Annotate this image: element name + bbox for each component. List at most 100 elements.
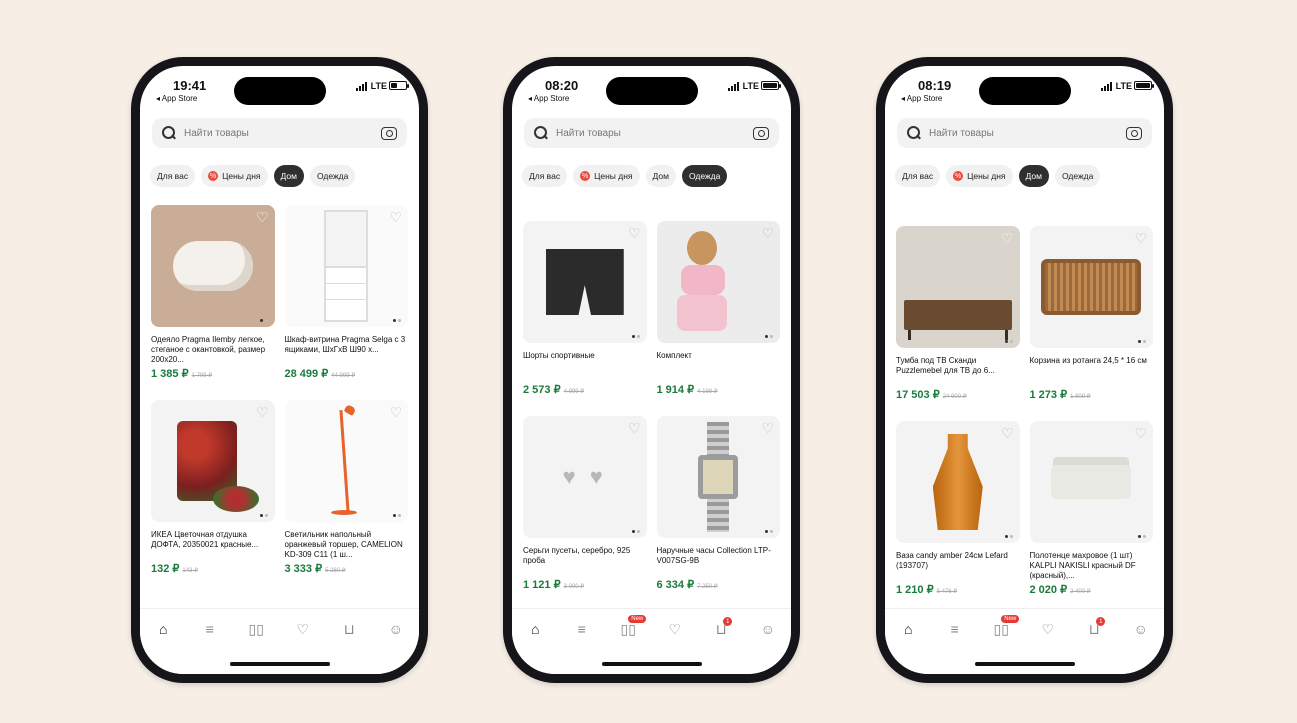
- product-card[interactable]: ♡ Комплект 1 914 ₽4 199 ₽: [656, 221, 780, 416]
- home-icon[interactable]: ⌂: [521, 621, 549, 641]
- percent-icon: %: [953, 171, 964, 181]
- chip-for-you[interactable]: Для вас: [895, 165, 941, 187]
- product-price: 17 503 ₽: [896, 389, 940, 401]
- favorite-heart-icon[interactable]: ♡: [1134, 426, 1147, 440]
- product-card[interactable]: ♡ Шкаф-витрина Pragma Selga с 3 ящиками,…: [284, 205, 408, 400]
- chip-home[interactable]: Дом: [273, 165, 304, 187]
- cart-icon[interactable]: ⊔ 1: [707, 617, 735, 641]
- brands-icon[interactable]: ▯▯: [242, 621, 270, 641]
- camera-search-icon[interactable]: [381, 126, 397, 140]
- product-old-price: 1 809 ₽: [1070, 394, 1091, 400]
- favorites-heart-icon[interactable]: ♡: [1034, 621, 1062, 641]
- product-image: ♡: [1029, 226, 1153, 348]
- favorite-heart-icon[interactable]: ♡: [1001, 231, 1014, 245]
- product-image: ♡: [656, 416, 780, 538]
- back-to-app-store-link[interactable]: ◂ App Store: [901, 94, 942, 103]
- favorite-heart-icon[interactable]: ♡: [628, 421, 641, 435]
- favorite-heart-icon[interactable]: ♡: [389, 210, 402, 224]
- signal-icon: [356, 82, 367, 91]
- product-card[interactable]: ♡ Полотенце махровое (1 шт) KALPLI NAKIS…: [1029, 421, 1153, 616]
- favorite-heart-icon[interactable]: ♡: [389, 405, 402, 419]
- product-card[interactable]: ♡ Ваза candy amber 24см Lefard (193707) …: [896, 421, 1020, 616]
- favorite-heart-icon[interactable]: ♡: [628, 226, 641, 240]
- favorite-heart-icon[interactable]: ♡: [761, 421, 774, 435]
- product-card[interactable]: ♡ Корзина из ротанга 24,5 * 16 см 1 273 …: [1029, 226, 1153, 421]
- product-name: Полотенце махровое (1 шт) KALPLI NAKISLI…: [1029, 551, 1136, 580]
- cart-icon[interactable]: ⊔: [335, 621, 363, 641]
- product-name: Светильник напольный оранжевый торшер, C…: [284, 530, 403, 559]
- favorite-heart-icon[interactable]: ♡: [1134, 231, 1147, 245]
- brands-icon[interactable]: ▯▯ New: [987, 615, 1020, 641]
- search-input[interactable]: [556, 127, 753, 139]
- product-card[interactable]: ♡ Наручные часы Collection LTP-V007SG-9B…: [656, 416, 780, 611]
- home-indicator[interactable]: [974, 662, 1075, 666]
- product-price: 1 385 ₽: [151, 368, 189, 380]
- cart-icon[interactable]: ⊔ 1: [1080, 617, 1108, 641]
- catalog-search-icon[interactable]: ≡: [196, 621, 224, 641]
- chip-daily-prices[interactable]: % Цены дня: [573, 165, 640, 187]
- product-card[interactable]: ♡ Светильник напольный оранжевый торшер,…: [284, 400, 408, 595]
- product-card[interactable]: ♥ ♥ ♡ Серьги пусеты, серебро, 925 проба …: [523, 416, 647, 611]
- product-name: Корзина из ротанга 24,5 * 16 см: [1029, 356, 1147, 365]
- product-name: Тумба под ТВ Сканди Puzzlemebel для ТВ д…: [896, 356, 995, 375]
- search-bar[interactable]: [897, 118, 1152, 148]
- home-indicator[interactable]: [601, 662, 702, 666]
- product-card[interactable]: ♡ Шорты спортивные 2 573 ₽4 999 ₽: [523, 221, 647, 416]
- battery-icon: [761, 81, 781, 90]
- favorite-heart-icon[interactable]: ♡: [1001, 426, 1014, 440]
- profile-icon[interactable]: ☺: [382, 621, 410, 641]
- carrier-label: LTE: [1115, 81, 1132, 91]
- favorites-heart-icon[interactable]: ♡: [289, 621, 317, 641]
- product-old-price: 5 280 ₽: [325, 568, 346, 574]
- category-chips: Для вас % Цены дня Дом Одежда: [522, 165, 787, 187]
- product-card[interactable]: ♡ Тумба под ТВ Сканди Puzzlemebel для ТВ…: [896, 226, 1020, 421]
- product-image: ♡: [523, 221, 647, 343]
- product-image: ♡: [1029, 421, 1153, 543]
- chip-for-you[interactable]: Для вас: [150, 165, 196, 187]
- home-icon[interactable]: ⌂: [894, 621, 922, 641]
- profile-icon[interactable]: ☺: [754, 621, 782, 641]
- search-bar[interactable]: [152, 118, 407, 148]
- new-badge: New: [1001, 615, 1020, 623]
- product-old-price: 4 199 ₽: [697, 389, 718, 395]
- product-name: Шорты спортивные: [523, 351, 595, 360]
- cart-count-badge: 1: [1096, 617, 1106, 626]
- carrier-label: LTE: [370, 81, 387, 91]
- favorite-heart-icon[interactable]: ♡: [761, 226, 774, 240]
- product-card[interactable]: ♡ Одеяло Pragma Ilemby легкое, стеганое …: [151, 205, 275, 400]
- chip-clothing[interactable]: Одежда: [1054, 165, 1101, 187]
- profile-icon[interactable]: ☺: [1127, 621, 1155, 641]
- product-card[interactable]: ♡ ИКЕА Цветочная отдушка ДОФТА, 20350021…: [151, 400, 275, 595]
- percent-icon: %: [580, 171, 591, 181]
- chip-home[interactable]: Дом: [1018, 165, 1049, 187]
- chip-home[interactable]: Дом: [645, 165, 676, 187]
- chip-daily-prices[interactable]: % Цены дня: [201, 165, 268, 187]
- favorites-heart-icon[interactable]: ♡: [661, 621, 689, 641]
- product-name: Одеяло Pragma Ilemby легкое, стеганое с …: [151, 335, 266, 364]
- favorite-heart-icon[interactable]: ♡: [256, 405, 269, 419]
- chip-label: Цены дня: [222, 171, 261, 181]
- camera-search-icon[interactable]: [753, 126, 769, 140]
- favorite-heart-icon[interactable]: ♡: [256, 210, 269, 224]
- product-grid: ♡ Шорты спортивные 2 573 ₽4 999 ₽ ♡ Комп…: [523, 221, 780, 611]
- back-to-app-store-link[interactable]: ◂ App Store: [156, 94, 197, 103]
- search-bar[interactable]: [524, 118, 779, 148]
- chip-clothing[interactable]: Одежда: [309, 165, 356, 187]
- back-to-app-store-link[interactable]: ◂ App Store: [528, 94, 569, 103]
- chip-clothing[interactable]: Одежда: [681, 165, 728, 187]
- phone-screen: 19:41 ◂ App Store LTE Для вас %Цены дня …: [140, 66, 419, 674]
- product-price: 3 333 ₽: [284, 563, 323, 575]
- search-input[interactable]: [929, 127, 1126, 139]
- catalog-search-icon[interactable]: ≡: [568, 621, 596, 641]
- cart-count-badge: 1: [723, 617, 733, 626]
- brands-icon[interactable]: ▯▯ New: [614, 615, 647, 641]
- chip-daily-prices[interactable]: % Цены дня: [946, 165, 1013, 187]
- home-icon[interactable]: ⌂: [149, 621, 177, 641]
- status-time: 08:19: [918, 78, 952, 93]
- status-time: 19:41: [173, 78, 207, 93]
- camera-search-icon[interactable]: [1126, 126, 1142, 140]
- catalog-search-icon[interactable]: ≡: [941, 621, 969, 641]
- search-input[interactable]: [184, 127, 381, 139]
- home-indicator[interactable]: [229, 662, 330, 666]
- chip-for-you[interactable]: Для вас: [522, 165, 568, 187]
